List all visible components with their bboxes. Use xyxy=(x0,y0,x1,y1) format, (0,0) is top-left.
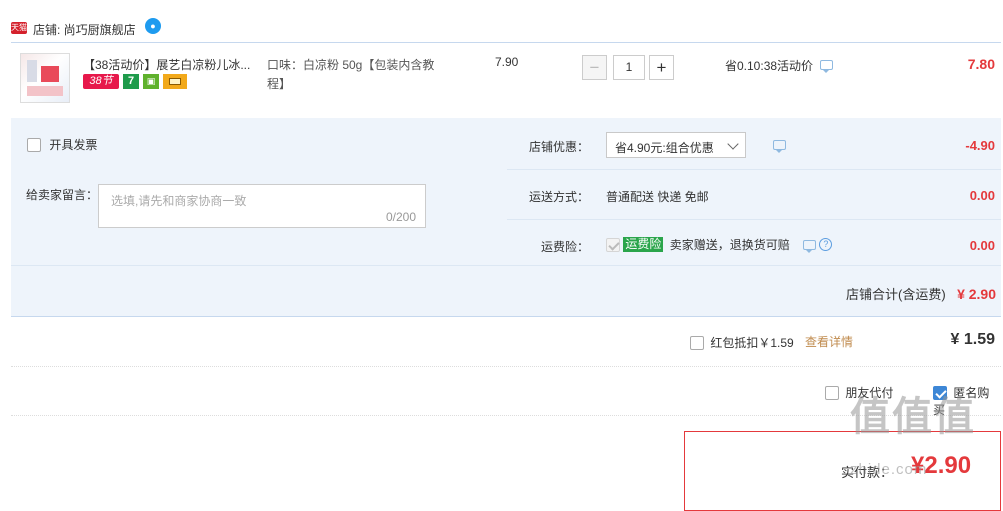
view-details-link[interactable]: 查看详情 xyxy=(805,335,853,349)
insurance-label: 运费险： xyxy=(540,240,589,254)
note-placeholder: 选填,请先和商家协商一致 xyxy=(111,194,247,208)
order-left-column: 开具发票 给卖家留言： 选填,请先和商家协商一致 0/200 xyxy=(11,118,507,265)
decrease-quantity-button[interactable]: − xyxy=(582,55,607,80)
tmall-badge: 天猫 xyxy=(11,22,27,34)
discount-selected-value: 省4.90元:组合优惠 xyxy=(615,141,714,155)
note-label: 给卖家留言： xyxy=(26,188,99,202)
message-icon[interactable] xyxy=(773,140,786,153)
divider xyxy=(507,169,1001,170)
red-packet-row: 红包抵扣￥1.59 查看详情 ¥ 1.59 xyxy=(11,317,1001,367)
shipping-amount: 0.00 xyxy=(969,188,995,203)
red-packet-checkbox[interactable] xyxy=(690,335,704,350)
shipping-label: 运送方式： xyxy=(528,190,589,204)
order-info-panel: 开具发票 给卖家留言： 选填,请先和商家协商一致 0/200 店铺优惠： 省4.… xyxy=(11,118,1001,317)
watermark-logo: 值值值 xyxy=(850,395,976,439)
seven-day-return-icon: 7 xyxy=(123,74,139,89)
message-icon[interactable] xyxy=(803,239,817,253)
red-packet-amount: ¥ 1.59 xyxy=(950,331,995,348)
insurance-option: 运费险 卖家赠送，退换货可赔 ? xyxy=(606,236,833,253)
friend-pay-checkbox[interactable] xyxy=(825,385,839,400)
help-icon[interactable]: ? xyxy=(819,238,833,251)
insurance-amount: 0.00 xyxy=(969,238,995,253)
unit-price: 7.90 xyxy=(495,55,519,69)
insurance-text: 卖家赠送，退换货可赔 xyxy=(669,238,790,252)
cart-item-row: 【38活动价】展艺白凉粉儿冰... 38节 7 ▣ 口味：白凉粉 50g【包装内… xyxy=(11,42,1001,117)
chevron-down-icon xyxy=(727,138,739,150)
discount-select[interactable]: 省4.90元:组合优惠 xyxy=(606,132,746,158)
shop-total-amount: ¥ 2.90 xyxy=(957,286,996,302)
insurance-tag: 运费险 xyxy=(623,237,664,252)
insurance-checkbox xyxy=(606,237,620,252)
discount-amount: -4.90 xyxy=(965,138,995,153)
invoice-option[interactable]: 开具发票 xyxy=(27,136,97,153)
note-char-count: 0/200 xyxy=(385,210,416,224)
invoice-checkbox[interactable] xyxy=(27,137,41,152)
red-packet-label: 红包抵扣￥1.59 xyxy=(710,336,794,351)
credit-card-icon xyxy=(163,74,187,89)
shop-total: 店铺合计(含运费) ¥ 2.90 xyxy=(846,284,996,303)
invoice-label: 开具发票 xyxy=(49,138,98,152)
red-packet-option[interactable]: 红包抵扣￥1.59 查看详情 xyxy=(690,333,853,351)
quantity-input[interactable]: 1 xyxy=(613,55,645,80)
increase-quantity-button[interactable]: + xyxy=(649,55,674,80)
shop-header: 天猫 店铺: 尚巧厨旗舰店 ● xyxy=(0,14,1003,40)
product-title-link[interactable]: 【38活动价】展艺白凉粉儿冰... xyxy=(83,56,265,73)
divider xyxy=(11,265,1001,266)
guarantee-shield-icon: ▣ xyxy=(143,74,159,89)
shop-total-label: 店铺合计(含运费) xyxy=(846,287,946,302)
message-icon[interactable] xyxy=(820,60,834,73)
promo-info: 省0.10:38活动价 xyxy=(725,57,834,74)
festival-38-badge: 38节 xyxy=(83,74,119,89)
shop-name-link[interactable]: 店铺: 尚巧厨旗舰店 xyxy=(33,21,136,38)
watermark-site: zhide.com xyxy=(850,461,928,478)
item-total: 7.80 xyxy=(967,56,995,72)
payment-summary-box: 实付款： ¥2.90 xyxy=(684,431,1001,511)
divider xyxy=(507,219,1001,220)
aliwangwang-icon[interactable]: ● xyxy=(145,18,161,34)
promo-text: 省0.10:38活动价 xyxy=(725,59,814,73)
discount-label: 店铺优惠： xyxy=(528,140,589,154)
sku-info: 口味：白凉粉 50g【包装内含教程】 xyxy=(267,58,435,91)
shipping-method: 普通配送 快递 免邮 xyxy=(606,190,709,204)
seller-note-textarea[interactable]: 选填,请先和商家协商一致 0/200 xyxy=(98,184,426,228)
product-thumbnail[interactable] xyxy=(20,53,70,103)
order-right-column: 店铺优惠： 省4.90元:组合优惠 -4.90 运送方式： 普通配送 快递 免邮… xyxy=(507,118,1001,265)
